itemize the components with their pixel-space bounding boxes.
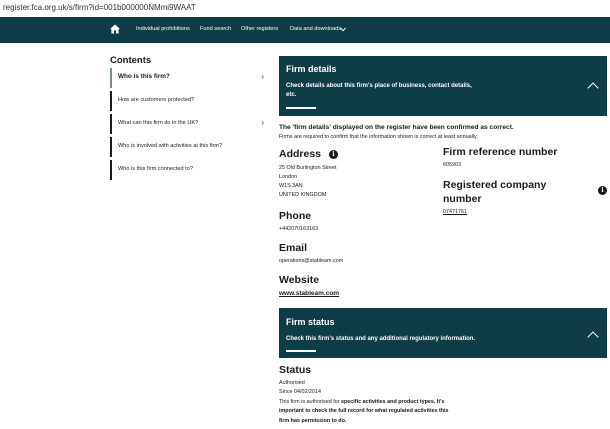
nav-other-registers[interactable]: Other registers xyxy=(241,26,278,32)
firm-status-panel[interactable]: Firm status Check this firm's status and… xyxy=(279,308,607,358)
firm-details-description-cont: etc. xyxy=(286,92,297,98)
chevron-down-icon[interactable] xyxy=(340,27,346,32)
email-value: operations@stableam.com xyxy=(279,258,344,264)
contents-item-label: Who is this firm connected to? xyxy=(118,166,193,172)
registered-company-heading: Registered company xyxy=(443,179,547,191)
registered-company-number-link[interactable]: 07471761 xyxy=(443,209,467,215)
chevron-up-icon[interactable] xyxy=(587,82,599,94)
status-paragraph: This firm is authorised for specific act… xyxy=(279,398,449,426)
address-bar[interactable]: register.fca.org.uk/s/firm?id=001b000000… xyxy=(0,0,610,18)
contents-item-customers-protected[interactable]: How are customers protected? xyxy=(110,91,268,111)
info-icon[interactable]: i xyxy=(329,150,338,159)
firm-status-description: Check this firm's status and any additio… xyxy=(286,336,476,342)
nav-data-and-downloads[interactable]: Data and downloads xyxy=(290,26,341,32)
panel-underline xyxy=(286,107,316,109)
contents-item-who-is-involved[interactable]: Who is involved with activities at this … xyxy=(110,137,268,157)
website-link[interactable]: www.stableam.com xyxy=(279,290,339,297)
status-heading: Status xyxy=(279,364,312,376)
chevron-right-icon: › xyxy=(261,72,264,81)
phone-heading: Phone xyxy=(279,210,312,222)
contents-item-who-is-this-firm[interactable]: Who is this firm? › xyxy=(110,68,268,88)
confirmation-text: The 'firm details' displayed on the regi… xyxy=(279,124,514,131)
contents-item-what-can-firm-do[interactable]: What can this firm do in the UK? › xyxy=(110,114,268,134)
panel-underline xyxy=(286,350,316,352)
frn-heading: Firm reference number xyxy=(443,146,558,158)
contents-title: Contents xyxy=(110,55,152,66)
address-line: UNITED KINGDOM xyxy=(279,192,327,198)
contents-item-connected-to[interactable]: Who is this firm connected to? xyxy=(110,160,268,180)
nav-individual-prohibitions[interactable]: Individual prohibitions xyxy=(136,26,190,32)
status-paragraph-text: This firm is authorised for xyxy=(279,399,342,405)
address-line: W1S 3AN xyxy=(279,183,303,189)
frn-value: 605903 xyxy=(443,162,461,168)
chevron-up-icon[interactable] xyxy=(587,331,599,343)
status-paragraph-bold: specific activities and product types. xyxy=(341,399,436,405)
contents-item-label: Who is involved with activities at this … xyxy=(118,143,223,149)
top-navigation: Individual prohibitions Fund search Othe… xyxy=(0,17,610,43)
confirmation-note: Firms are required to confirm that the i… xyxy=(279,134,478,140)
home-icon[interactable] xyxy=(109,23,121,35)
phone-value: +442070163163 xyxy=(279,226,319,232)
address-heading: Address xyxy=(279,148,322,160)
firm-details-title: Firm details xyxy=(286,64,337,74)
status-value: Authorised xyxy=(279,380,305,386)
info-icon[interactable]: i xyxy=(598,186,607,195)
address-line: London xyxy=(279,174,297,180)
status-since: Since 04/02/2014 xyxy=(279,389,321,395)
address-line: 25 Old Burlington Street xyxy=(279,165,337,171)
contents-item-label: What can this firm do in the UK? xyxy=(118,120,199,126)
contents-item-label: How are customers protected? xyxy=(118,97,195,103)
contents-item-label: Who is this firm? xyxy=(118,73,170,80)
firm-details-panel[interactable]: Firm details Check details about this fi… xyxy=(279,56,607,116)
email-heading: Email xyxy=(279,242,308,254)
url-text: register.fca.org.uk/s/firm?id=001b000000… xyxy=(3,3,196,12)
website-heading: Website xyxy=(279,274,320,286)
chevron-right-icon: › xyxy=(261,118,264,127)
firm-status-title: Firm status xyxy=(286,317,335,327)
nav-fund-search[interactable]: Fund search xyxy=(200,26,231,32)
registered-company-heading-cont: number xyxy=(443,193,482,205)
contents-list: Who is this firm? › How are customers pr… xyxy=(110,68,268,183)
firm-details-description: Check details about this firm's place of… xyxy=(286,83,472,89)
